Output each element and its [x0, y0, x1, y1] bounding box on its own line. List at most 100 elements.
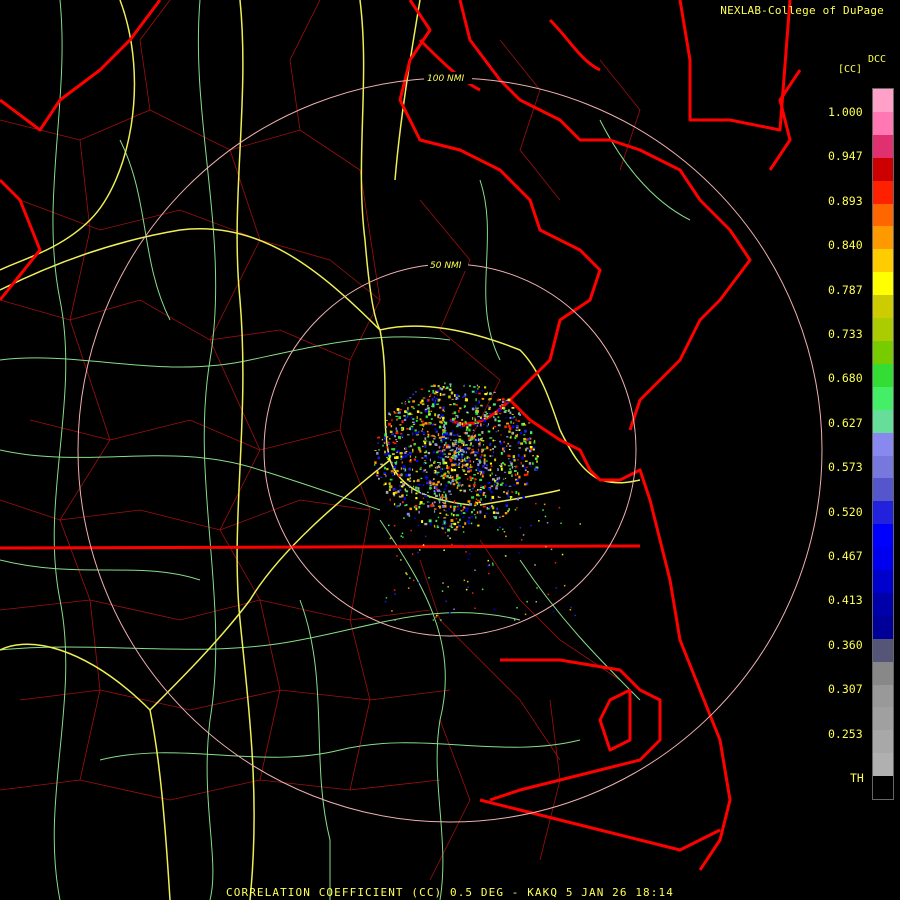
echo-pixel: [489, 455, 492, 457]
echo-pixel: [526, 447, 529, 450]
echo-pixel: [469, 553, 471, 555]
echo-pixel: [398, 436, 401, 439]
echo-pixel: [443, 488, 446, 491]
echo-pixel: [449, 389, 452, 391]
echo-pixel: [412, 468, 414, 471]
echo-pixel: [390, 485, 393, 489]
echo-pixel: [447, 445, 451, 449]
echo-pixel: [485, 464, 488, 467]
echo-pixel: [490, 392, 492, 395]
echo-pixel: [496, 507, 499, 511]
echo-pixel: [428, 479, 432, 482]
echo-pixel: [454, 417, 456, 420]
echo-pixel: [456, 463, 458, 467]
echo-pixel: [420, 477, 423, 480]
echo-pixel: [426, 481, 429, 485]
echo-pixel: [494, 516, 497, 520]
echo-pixel: [412, 450, 414, 453]
echo-pixel: [475, 398, 477, 402]
echo-pixel: [451, 398, 454, 400]
colorbar-swatch: [873, 776, 893, 800]
echo-pixel: [519, 431, 523, 435]
echo-pixel: [440, 457, 443, 459]
colorbar-swatch: [873, 134, 893, 158]
echo-pixel: [516, 482, 519, 485]
colorbar-swatch: [873, 180, 893, 204]
echo-pixel: [402, 536, 404, 538]
echo-pixel: [475, 392, 477, 395]
echo-pixel: [404, 468, 407, 472]
echo-pixel: [445, 510, 448, 512]
echo-pixel: [412, 579, 415, 582]
echo-pixel: [475, 490, 477, 492]
echo-pixel: [453, 505, 457, 508]
echo-pixel: [482, 505, 486, 508]
echo-pixel: [422, 471, 426, 473]
colorbar-swatch: [873, 340, 893, 364]
echo-pixel: [476, 384, 478, 387]
echo-pixel: [506, 445, 508, 447]
echo-pixel: [424, 535, 427, 538]
echo-pixel: [512, 422, 515, 424]
colorbar-swatch: [873, 111, 893, 135]
echo-pixel: [481, 440, 485, 442]
echo-pixel: [504, 463, 506, 466]
echo-pixel: [383, 483, 385, 486]
colorbar-swatch: [873, 524, 893, 548]
echo-pixel: [455, 481, 459, 484]
echo-pixel: [497, 430, 499, 432]
echo-pixel: [415, 460, 419, 463]
echo-pixel: [490, 465, 493, 467]
echo-pixel: [403, 418, 407, 421]
radar-map[interactable]: 50 NMI 100 NMI: [0, 0, 900, 900]
echo-pixel: [488, 487, 491, 491]
echo-pixel: [508, 508, 510, 511]
echo-pixel: [407, 412, 409, 415]
echo-pixel: [421, 403, 425, 406]
echo-pixel: [391, 418, 393, 422]
echo-pixel: [406, 512, 410, 516]
echo-pixel: [495, 474, 497, 476]
echo-pixel: [484, 485, 486, 488]
echo-pixel: [476, 502, 478, 504]
echo-pixel: [467, 520, 470, 523]
echo-pixel: [458, 452, 460, 456]
echo-pixel: [435, 398, 438, 400]
echo-pixel: [456, 504, 460, 506]
echo-pixel: [467, 478, 469, 480]
echo-pixel: [466, 426, 469, 429]
echo-pixel: [466, 507, 469, 510]
echo-pixel: [440, 467, 442, 471]
echo-pixel: [453, 510, 456, 512]
echo-pixel: [401, 420, 404, 424]
echo-pixel: [560, 522, 562, 524]
echo-pixel: [444, 461, 448, 464]
echo-pixel: [505, 504, 509, 507]
echo-pixel: [404, 454, 407, 458]
echo-pixel: [488, 508, 490, 510]
echo-pixel: [475, 469, 478, 471]
echo-pixel: [445, 432, 449, 435]
echo-pixel: [408, 445, 410, 448]
echo-pixel: [448, 490, 451, 493]
echo-pixel: [509, 461, 512, 463]
echo-pixel: [448, 452, 451, 455]
echo-pixel: [409, 477, 411, 480]
echo-pixel: [444, 500, 447, 503]
echo-pixel: [418, 503, 421, 505]
echo-pixel: [470, 516, 473, 518]
echo-pixel: [501, 462, 504, 465]
echo-pixel: [502, 401, 505, 404]
echo-pixel: [440, 619, 442, 621]
colorbar-swatch: [873, 707, 893, 731]
echo-pixel: [395, 415, 399, 418]
echo-pixel: [532, 462, 534, 465]
echo-pixel: [408, 467, 412, 471]
echo-pixel: [449, 481, 452, 485]
echo-pixel: [393, 465, 396, 469]
echo-pixel: [391, 471, 394, 473]
echo-pixel: [401, 461, 403, 464]
echo-pixel: [376, 471, 379, 474]
echo-pixel: [399, 503, 402, 506]
colorbar-swatch: [873, 570, 893, 593]
